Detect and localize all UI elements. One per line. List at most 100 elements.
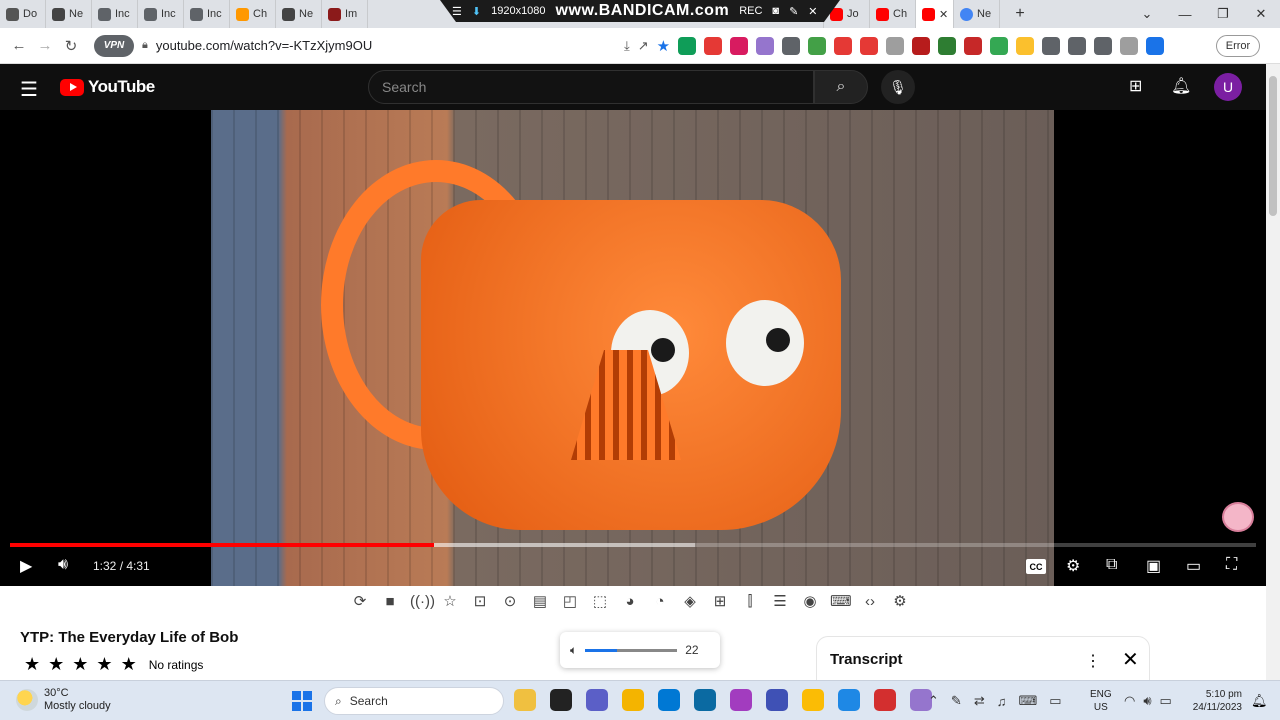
fullscreen-icon[interactable]: ⛶ (1226, 556, 1237, 574)
tab-1[interactable]: Ne (46, 0, 92, 28)
taskbar-app-icon-4[interactable] (658, 689, 680, 711)
extension-icon-10[interactable] (938, 37, 957, 55)
camera-icon[interactable]: ◙ (772, 5, 779, 17)
extension-icon-9[interactable] (912, 37, 931, 55)
voice-search-button[interactable]: 🎙︎ (881, 70, 915, 104)
language-indicator[interactable]: ENG US (1090, 688, 1112, 714)
extension-icon-15[interactable] (1068, 37, 1087, 55)
extension-icon-6[interactable] (834, 37, 853, 55)
media-icon[interactable]: ♫ (997, 694, 1007, 709)
rating-star-2[interactable]: ★ (48, 654, 64, 675)
volume-slider[interactable] (585, 648, 678, 652)
forward-arrow-icon[interactable]: → (32, 37, 58, 54)
share-icon[interactable]: ↗ (638, 38, 649, 54)
tab-close-icon[interactable]: ✕ (939, 8, 948, 21)
bookmark-star-icon[interactable]: ★ (657, 37, 670, 55)
tab-active[interactable]: ✕ (916, 0, 954, 28)
progress-bar[interactable] (10, 543, 1256, 547)
play-icon[interactable]: ▶ (20, 556, 32, 576)
extension-icon-14[interactable] (1042, 37, 1061, 55)
youtube-logo[interactable]: YouTube (60, 77, 155, 97)
cinema-icon[interactable]: ⊙ (500, 592, 520, 610)
new-tab-button[interactable]: + (1000, 5, 1040, 23)
tab-2[interactable]: Inc (92, 0, 138, 28)
film-icon[interactable]: ▤ (530, 592, 550, 610)
pencil-icon[interactable]: ✎ (789, 5, 798, 18)
extension-icon-16[interactable] (1094, 37, 1113, 55)
drive-icon[interactable]: ▭ (1049, 693, 1061, 709)
page-scrollbar[interactable] (1266, 64, 1280, 680)
rating-star-1[interactable]: ★ (24, 654, 40, 675)
tab-0[interactable]: Do (0, 0, 46, 28)
close-transcript-icon[interactable]: ✕ (1122, 647, 1139, 672)
more-options-icon[interactable]: ⋮ (1085, 651, 1101, 671)
extension-icon-17[interactable] (1120, 37, 1139, 55)
notifications-bell-icon[interactable]: 🔔︎ (1171, 76, 1191, 96)
taskbar-app-icon-9[interactable] (838, 689, 860, 711)
filter-icon[interactable]: ◈ (680, 592, 700, 610)
menu-icon[interactable]: ☰ (452, 5, 462, 18)
windows-start-icon[interactable] (292, 691, 312, 711)
frame-icon[interactable]: ◰ (560, 592, 580, 610)
clock[interactable]: 5:10 pm 24/11/2023 (1184, 688, 1242, 714)
install-icon[interactable]: ⤓ (624, 38, 630, 54)
back-arrow-icon[interactable]: ← (6, 37, 32, 54)
star-icon[interactable]: ☆ (440, 592, 460, 610)
tab-4[interactable]: Inc (184, 0, 230, 28)
speed-icon[interactable]: ◔ (650, 593, 670, 610)
selection-icon[interactable]: ⬚ (590, 592, 610, 610)
video-player[interactable]: ▶ 🔊︎ 1:32 / 4:31 CC ⚙ ⧉ ▣ ▭ ⛶ (0, 110, 1266, 586)
vpn-badge[interactable]: VPN (94, 34, 134, 57)
broadcast-icon[interactable]: ((·)) (410, 593, 435, 610)
extension-icon-3[interactable] (756, 37, 775, 55)
taskbar-app-icon-8[interactable] (802, 689, 824, 711)
extension-icon-18[interactable] (1146, 37, 1165, 55)
tab-search-icon[interactable]: ⌄ (1128, 6, 1166, 22)
error-button[interactable]: Error (1216, 35, 1260, 57)
hamburger-menu-icon[interactable]: ☰ (20, 77, 38, 102)
search-input[interactable]: Search (368, 70, 814, 104)
extension-icon-2[interactable] (730, 37, 749, 55)
taskbar-app-icon-0[interactable] (514, 689, 536, 711)
extension-icon-4[interactable] (782, 37, 801, 55)
extension-icon-1[interactable] (704, 37, 723, 55)
minimize-button[interactable]: — (1166, 7, 1204, 22)
palette-icon[interactable]: ◕ (620, 593, 640, 610)
split-icon[interactable]: ⫿ (740, 593, 760, 610)
cast-icon[interactable]: ▭ (1186, 556, 1201, 576)
keyboard-icon[interactable]: ⌨ (1018, 693, 1037, 709)
tab-right-2[interactable]: Ch (870, 0, 916, 28)
add-icon[interactable]: ⊞ (710, 592, 730, 610)
url-field[interactable]: 🔒︎ youtube.com/watch?v=-KTzXjym9OU (142, 38, 602, 53)
taskbar-app-icon-6[interactable] (730, 689, 752, 711)
weather-widget[interactable]: 30°C Mostly cloudy (16, 687, 111, 713)
notification-bell-icon[interactable]: 🔔︎ (1251, 693, 1268, 709)
extension-icon-5[interactable] (808, 37, 827, 55)
status-icons[interactable]: ◠ 🔊︎ ▭ (1124, 693, 1172, 709)
taskbar-app-icon-3[interactable] (622, 689, 644, 711)
rating-star-5[interactable]: ★ (121, 654, 137, 675)
lock-icon[interactable]: 🔒︎ (142, 39, 148, 52)
extension-icon-7[interactable] (860, 37, 879, 55)
search-button[interactable]: ⌕ (814, 70, 868, 104)
tab-last[interactable]: Ne (954, 0, 1000, 28)
network-switch-icon[interactable]: ⇄ (974, 693, 985, 709)
miniplayer-icon[interactable]: ⧉ (1106, 556, 1117, 574)
scrollbar-thumb[interactable] (1269, 76, 1277, 216)
settings-gear-icon[interactable]: ⚙ (1066, 556, 1080, 576)
reload-icon[interactable]: ↻ (58, 37, 84, 55)
tab-6[interactable]: Ne (276, 0, 322, 28)
keyboard-icon[interactable]: ⌨ (830, 592, 852, 610)
extension-icon-0[interactable] (678, 37, 697, 55)
chevron-up-icon[interactable]: ⌃ (928, 693, 939, 709)
close-window-button[interactable]: ✕ (1242, 6, 1280, 22)
rating-star-4[interactable]: ★ (96, 654, 112, 675)
menu-icon[interactable]: ☰ (770, 592, 790, 610)
screen-record-icon[interactable]: ⊡ (470, 592, 490, 610)
theater-mode-icon[interactable]: ▣ (1146, 556, 1161, 576)
avatar[interactable]: U (1214, 73, 1242, 101)
maximize-button[interactable]: ❐ (1204, 6, 1242, 22)
tab-7[interactable]: Im (322, 0, 368, 28)
close-icon[interactable]: ✕ (808, 5, 817, 18)
extension-icon-8[interactable] (886, 37, 905, 55)
